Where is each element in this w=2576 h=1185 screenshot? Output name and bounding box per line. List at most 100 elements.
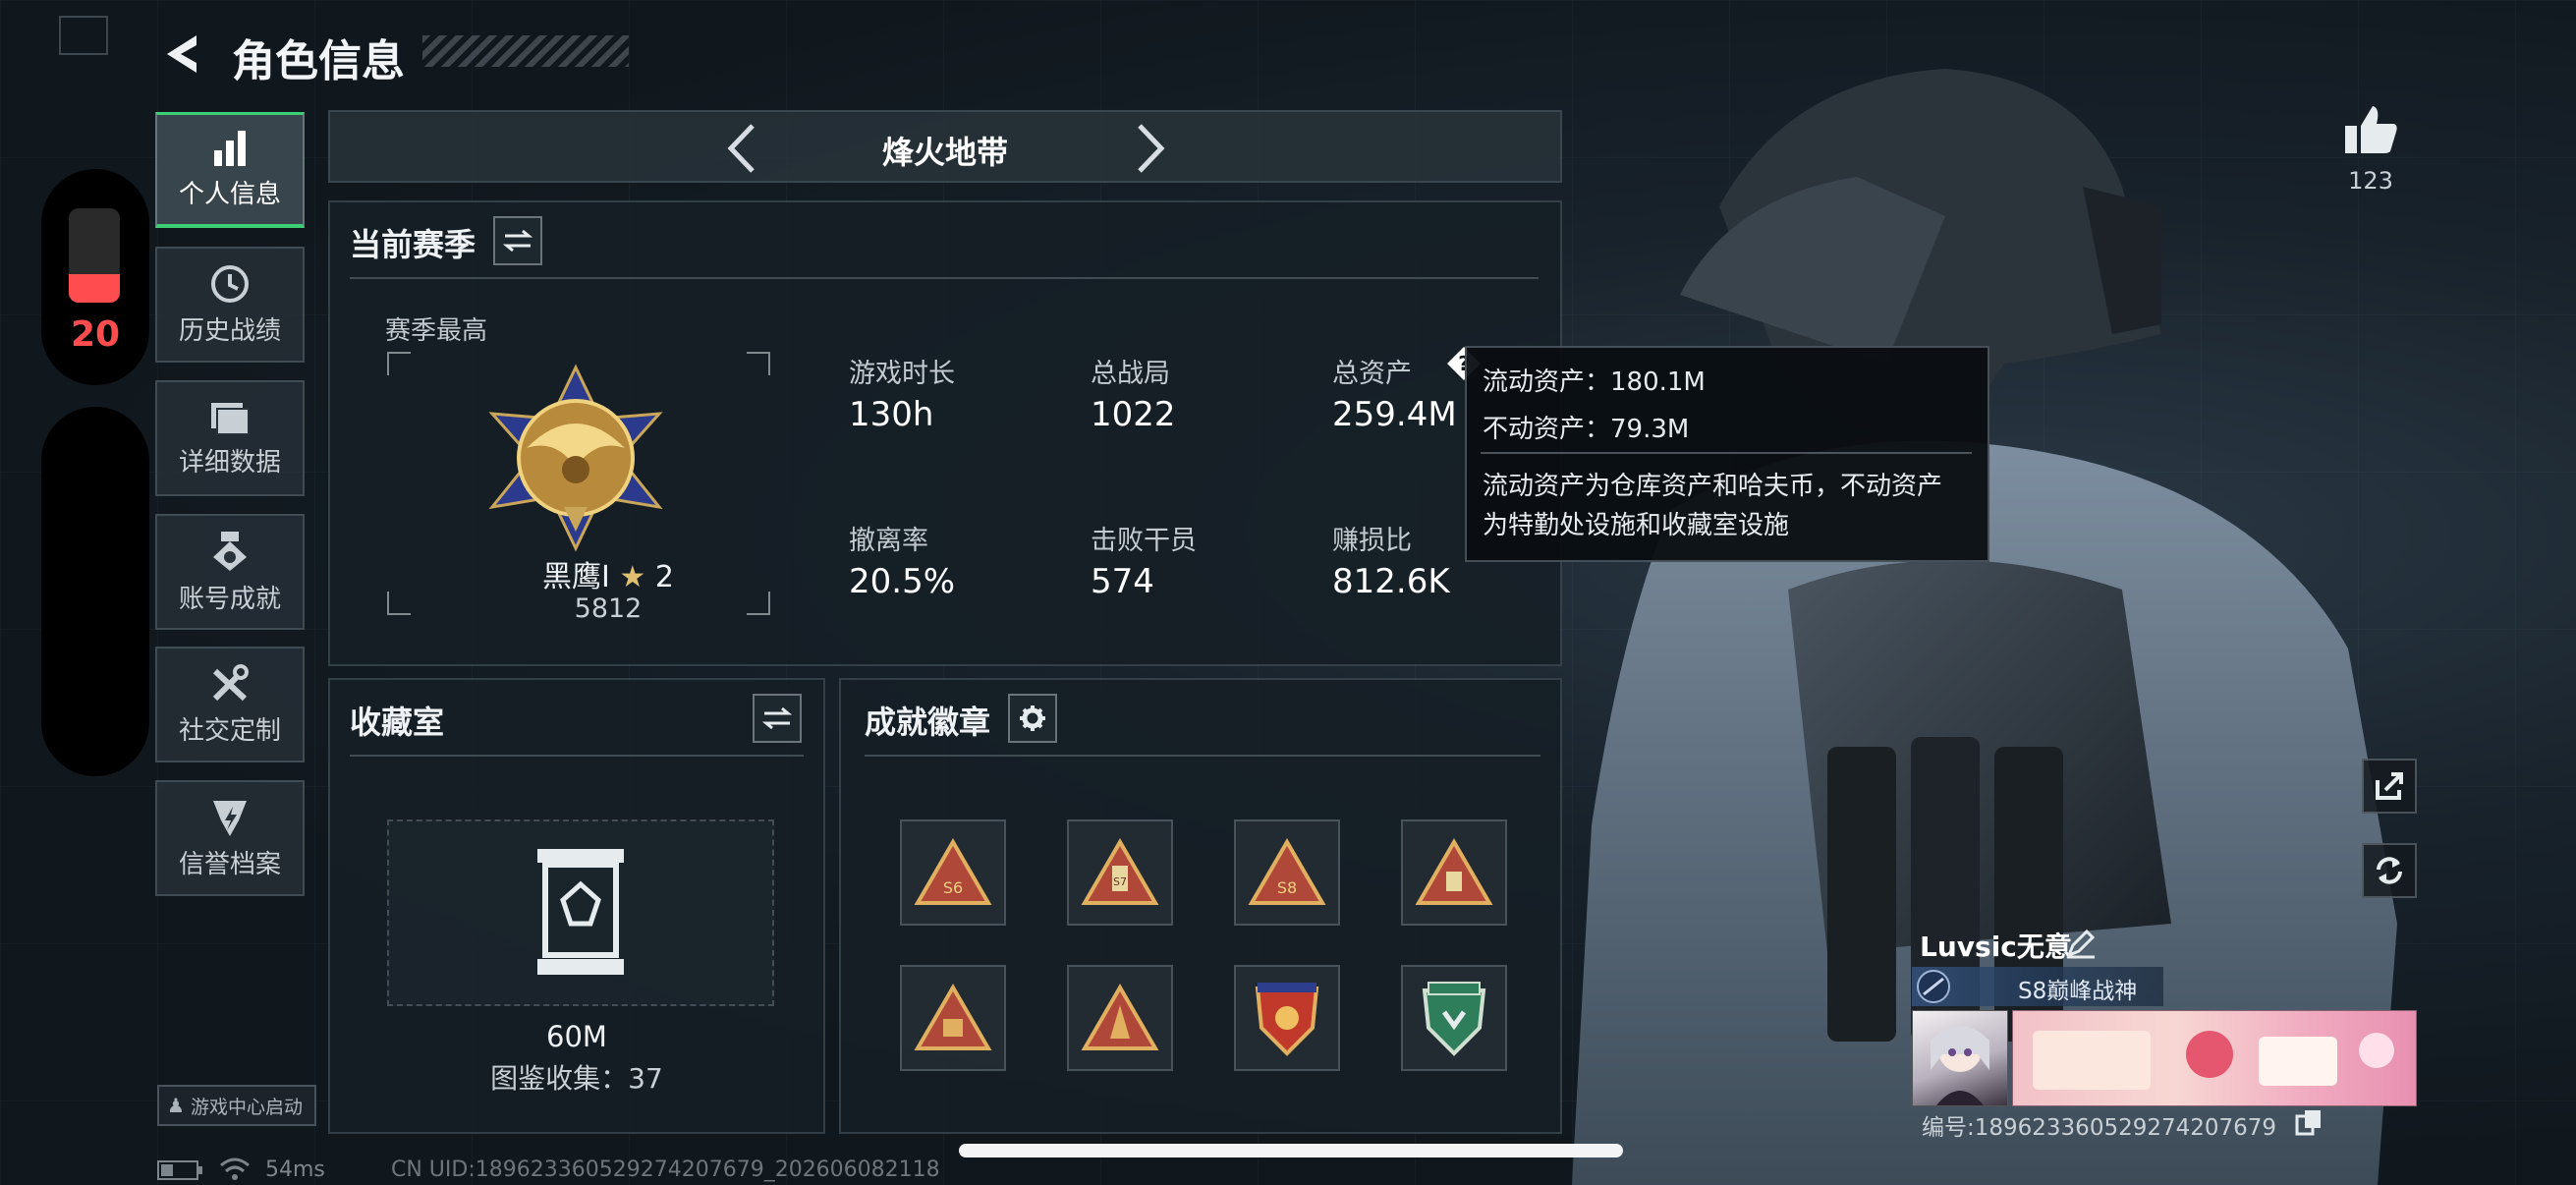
badge-label: S7: [1113, 875, 1127, 888]
mode-label: 烽火地带: [881, 134, 1008, 171]
badge-slot[interactable]: S6: [900, 819, 1006, 926]
player-name: Luvsic无意: [1920, 931, 2072, 963]
triangle-badge-icon: S7: [1081, 838, 1159, 905]
nav-credit-file[interactable]: 信誉档案: [155, 780, 305, 896]
back-button[interactable]: [157, 29, 204, 79]
battery-fill: [69, 274, 120, 303]
stat-value: 574: [1091, 562, 1154, 601]
page-title: 角色信息: [232, 36, 405, 86]
switch-icon: [503, 229, 532, 253]
tooltip-fixed: 不动资产：79.3M: [1483, 415, 1690, 444]
season-title-rule: [350, 277, 1539, 279]
nav-achievements[interactable]: 账号成就: [155, 514, 305, 630]
badge-slot[interactable]: [1401, 965, 1507, 1071]
achievements-title-rule: [865, 755, 1540, 757]
triangle-badge-icon: [914, 984, 992, 1050]
like-button[interactable]: 123: [2338, 104, 2403, 202]
stat-value: 20.5%: [849, 562, 956, 601]
share-button[interactable]: [2362, 759, 2417, 814]
season-switch-button[interactable]: [493, 216, 542, 265]
tooltip-desc-line2: 为特勤处设施和收藏室设施: [1483, 511, 1790, 540]
copy-icon[interactable]: [2295, 1108, 2323, 1136]
switch-icon: [762, 706, 792, 730]
stat-label: 赚损比: [1332, 526, 1412, 556]
share-icon: [2376, 772, 2403, 800]
tooltip-liquid: 流动资产：180.1M: [1483, 367, 1706, 397]
rank-emblem-icon: [488, 364, 663, 552]
player-avatar[interactable]: [1912, 1010, 2008, 1106]
game-center-button[interactable]: ♟ 游戏中心启动: [157, 1085, 316, 1126]
nav-label: 历史战绩: [178, 315, 281, 346]
nav-detail-data[interactable]: 详细数据: [155, 380, 305, 496]
player-banner[interactable]: [2012, 1010, 2417, 1106]
rank-stars: 2: [654, 560, 674, 594]
stat-label: 总战局: [1091, 359, 1170, 389]
achievements-settings-button[interactable]: [1008, 694, 1057, 743]
season-title: 当前赛季: [350, 226, 476, 263]
badge-slot[interactable]: [1234, 965, 1340, 1071]
game-center-label: 游戏中心启动: [190, 1096, 303, 1118]
bell-icon: ♟: [167, 1094, 185, 1117]
frame-corner: [387, 352, 411, 375]
battery-level: 20: [70, 314, 121, 355]
edit-name-button[interactable]: [2065, 928, 2097, 959]
tooltip-desc-line1: 流动资产为仓库资产和哈夫币，不动资产: [1483, 472, 1943, 501]
tooltip-divider: [1481, 452, 1972, 454]
player-title: S8巅峰战神: [2018, 979, 2138, 1004]
medal-icon: [213, 531, 247, 571]
stat-value: 812.6K: [1332, 562, 1450, 601]
nav-label: 社交定制: [178, 715, 281, 746]
header-logo-mark: [59, 16, 108, 55]
battery-status-icon: [157, 1160, 202, 1180]
badge-slot[interactable]: S8: [1234, 819, 1340, 926]
like-count: 123: [2348, 167, 2393, 195]
player-card: Luvsic无意 S8巅峰战神 编号:18962336052927420767​…: [1912, 920, 2423, 1146]
badge-slot[interactable]: [1067, 965, 1173, 1071]
nav-social-custom[interactable]: 社交定制: [155, 647, 305, 762]
collection-switch-button[interactable]: [753, 694, 802, 743]
season-panel: 当前赛季 赛季最高 黑鹰I ★ 2 5812 游戏时长 130h 总战局 102…: [328, 200, 1562, 666]
nav-label: 个人信息: [178, 180, 281, 209]
stat-value: 130h: [849, 395, 934, 434]
nav-label: 详细数据: [178, 447, 281, 478]
stat-label: 击败干员: [1091, 526, 1197, 556]
back-arrow-icon: [167, 35, 196, 73]
status-bar: 54ms CN UID:18962336052927420767​9_20260…: [157, 1156, 1041, 1185]
shield-badge-icon: [1255, 983, 1319, 1056]
nav-personal-info[interactable]: 个人信息: [155, 112, 305, 228]
achievements-title: 成就徽章: [865, 704, 991, 741]
wifi-icon: [220, 1157, 250, 1180]
season-best-label: 赛季最高: [385, 316, 488, 346]
stat-label: 游戏时长: [849, 359, 955, 389]
mode-next-button[interactable]: [1134, 122, 1169, 175]
refresh-icon: [2377, 857, 2402, 884]
collection-title-rule: [350, 755, 804, 757]
nav-label: 账号成就: [178, 584, 281, 614]
avatar-image: [1931, 1026, 1989, 1105]
triangle-badge-icon: S8: [1248, 838, 1326, 905]
stat-label: 总资产: [1332, 359, 1412, 389]
badge-slot[interactable]: [1401, 819, 1507, 926]
side-pill: [41, 407, 149, 776]
badge-slot[interactable]: S7: [1067, 819, 1173, 926]
rank-label: 黑鹰I ★ 2: [330, 552, 886, 595]
mode-selector: 烽火地带: [328, 110, 1562, 183]
title-decoration: [422, 35, 629, 67]
ping-value: 54ms: [265, 1157, 325, 1182]
collection-preview[interactable]: [387, 819, 774, 1006]
battery-icon: [69, 208, 120, 303]
triangle-badge-icon: [1081, 984, 1159, 1050]
rank-score: 5812: [574, 593, 643, 624]
badge-label: S8: [1277, 878, 1297, 897]
uid-text: CN UID:18962336052927420767​9_2026060821…: [391, 1157, 940, 1182]
home-indicator[interactable]: [959, 1144, 1623, 1157]
folder-icon: [211, 402, 250, 435]
nav-label: 信誉档案: [178, 849, 281, 879]
title-emblem-icon: [1917, 970, 1950, 1003]
star-icon: ★: [619, 560, 646, 594]
stat-value: 259.4M: [1332, 395, 1457, 434]
nav-history[interactable]: 历史战绩: [155, 247, 305, 363]
refresh-button[interactable]: [2362, 843, 2417, 898]
badge-slot[interactable]: [900, 965, 1006, 1071]
battery-indicator: 20: [41, 169, 149, 385]
